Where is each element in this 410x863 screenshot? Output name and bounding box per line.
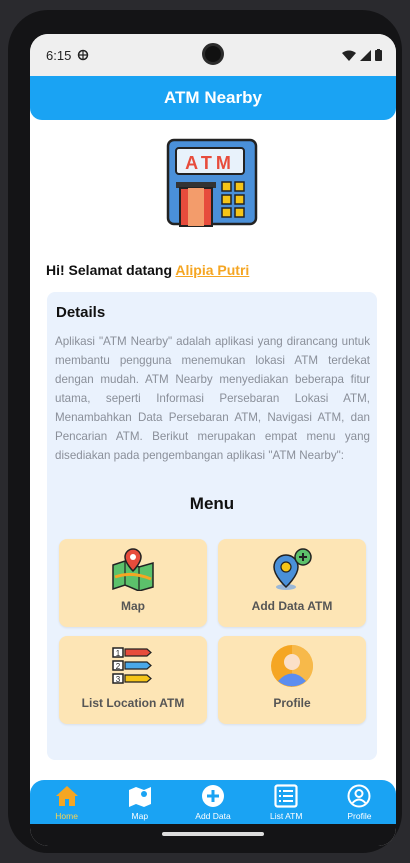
- atm-machine-icon: ATM: [166, 138, 258, 227]
- plus-circle-icon: [202, 785, 224, 807]
- phone-frame: 6:15 ATM Nearby ATM Hi! Selamat datang A…: [8, 10, 402, 853]
- nav-item-home[interactable]: Home: [30, 780, 103, 824]
- greeting: Hi! Selamat datang Alipia Putri: [46, 262, 249, 278]
- map-pin-icon: [112, 548, 154, 591]
- svg-text:2: 2: [116, 662, 121, 671]
- nav-label-map: Map: [131, 811, 149, 821]
- details-title: Details: [56, 304, 106, 321]
- add-location-icon: [273, 548, 312, 590]
- menu-card-add-data-atm[interactable]: Add Data ATM: [218, 539, 366, 627]
- app-title: ATM Nearby: [164, 88, 262, 107]
- menu-card-map[interactable]: Map: [59, 539, 207, 627]
- atm-logo-text: ATM: [185, 153, 235, 173]
- wifi-icon: [342, 50, 356, 61]
- main-content[interactable]: ATM Hi! Selamat datang Alipia Putri Deta…: [30, 120, 396, 780]
- nav-label-profile: Profile: [347, 811, 372, 821]
- list-icon: [274, 784, 298, 808]
- svg-text:3: 3: [116, 675, 121, 684]
- greeting-prefix: Hi! Selamat datang: [46, 262, 173, 278]
- status-bar: 6:15: [30, 34, 396, 76]
- numbered-list-icon: 1 2 3: [112, 647, 152, 684]
- signal-icon: [360, 49, 371, 61]
- app-bar: ATM Nearby: [30, 76, 396, 120]
- sync-icon: [78, 49, 89, 61]
- status-time: 6:15: [46, 47, 72, 63]
- menu-label-profile: Profile: [273, 696, 311, 710]
- nav-item-map[interactable]: Map: [103, 780, 176, 824]
- gesture-bar: [30, 824, 396, 846]
- map-icon: [128, 787, 151, 807]
- menu-card-profile[interactable]: Profile: [218, 636, 366, 724]
- nav-label-home: Home: [55, 811, 78, 821]
- menu-title: Menu: [189, 494, 235, 513]
- user-avatar-icon: [271, 645, 313, 687]
- details-description: Aplikasi "ATM Nearby" adalah aplikasi ya…: [55, 335, 370, 462]
- nav-item-list-atm[interactable]: List ATM: [250, 780, 323, 824]
- nav-item-add-data[interactable]: Add Data: [176, 780, 249, 824]
- profile-icon: [347, 784, 371, 808]
- menu-label-map: Map: [121, 599, 145, 613]
- user-name-link[interactable]: Alipia Putri: [175, 262, 249, 278]
- nav-label-list-atm: List ATM: [269, 811, 303, 821]
- svg-text:1: 1: [116, 649, 121, 658]
- home-icon: [55, 786, 78, 806]
- battery-icon: [375, 49, 382, 61]
- menu-label-add-data-atm: Add Data ATM: [251, 599, 333, 613]
- menu-label-list-location-atm: List Location ATM: [81, 696, 185, 710]
- front-camera: [202, 43, 224, 65]
- menu-card-list-location-atm[interactable]: 1 2 3 List Location ATM: [59, 636, 207, 724]
- nav-item-profile[interactable]: Profile: [323, 780, 396, 824]
- bottom-navigation: Home Map Add Data List ATM Profile: [30, 780, 396, 824]
- details-card: Details Aplikasi "ATM Nearby" adalah apl…: [47, 292, 377, 760]
- screen: 6:15 ATM Nearby ATM Hi! Selamat datang A…: [30, 34, 396, 846]
- home-gesture-handle[interactable]: [162, 832, 264, 836]
- nav-label-add-data: Add Data: [195, 811, 231, 821]
